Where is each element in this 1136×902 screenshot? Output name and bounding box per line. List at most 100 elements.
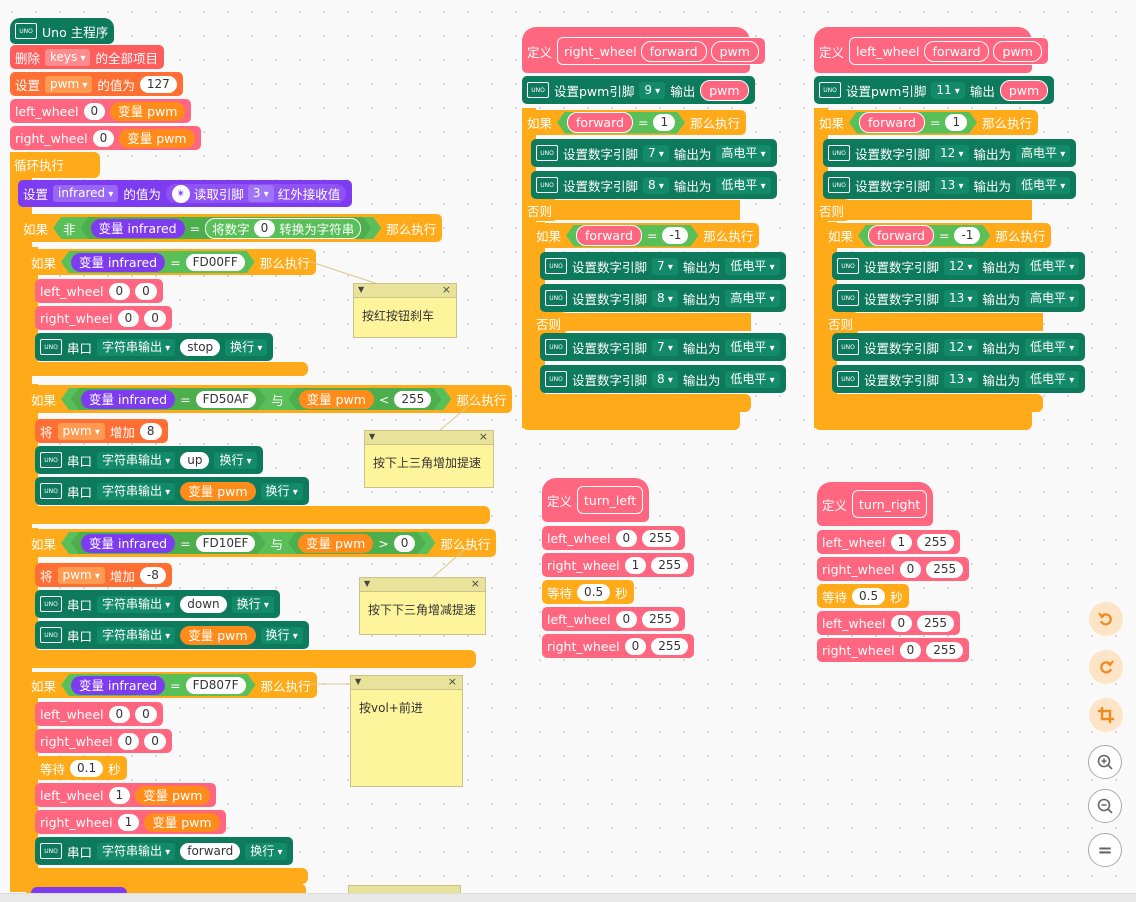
equals-condition[interactable]: 变量 infrared = 将数字 0 转换为字符串 <box>81 217 372 239</box>
level-dropdown[interactable]: 低电平 <box>725 257 780 275</box>
right-wheel-call[interactable]: right_wheel 1 变量 pwm <box>35 810 226 834</box>
left-wheel-call[interactable]: left_wheel 0 255 <box>817 611 961 635</box>
wait-block[interactable]: 等待 0.5 秒 <box>542 580 634 604</box>
horizontal-scrollbar[interactable] <box>0 893 1136 902</box>
delete-list-items-block[interactable]: 删除 keys 的全部项目 <box>10 45 164 69</box>
equals-condition[interactable]: 变量 infrared = FD807F <box>61 674 256 696</box>
arg-field[interactable]: 255 <box>651 556 689 574</box>
zoom-out-icon[interactable] <box>1088 789 1122 823</box>
seconds-field[interactable]: 0.1 <box>70 759 104 777</box>
pin-dropdown[interactable]: 12 <box>944 257 978 275</box>
pin-dropdown[interactable]: 8 <box>652 370 678 388</box>
set-pwm-block[interactable]: 设置 pwm 的值为 127 <box>10 72 183 96</box>
mode-dropdown[interactable]: 字符串输出 <box>97 842 176 860</box>
arg-field[interactable]: 255 <box>651 637 689 655</box>
arg-field[interactable]: 0 <box>899 560 922 578</box>
and-condition[interactable]: 变量 infrared = FD10EF 与 变量 pwm > 0 <box>61 532 435 554</box>
digital-write-block[interactable]: UNO 设置数字引脚 7 输出为 低电平 <box>540 333 786 361</box>
serial-print-block[interactable]: UNO 串口 字符串输出 down 换行 <box>35 590 280 618</box>
arg-field[interactable]: 0 <box>108 282 131 300</box>
list-dropdown[interactable]: keys <box>45 48 91 66</box>
arg-field[interactable]: 1 <box>117 813 140 831</box>
arg-field[interactable]: 0 <box>615 610 638 628</box>
arg-field[interactable]: 0 <box>144 732 166 750</box>
variable-reporter[interactable]: 变量 pwm <box>144 812 220 832</box>
close-icon[interactable]: × <box>442 283 451 296</box>
right-wheel-call[interactable]: right_wheel 0 0 <box>35 306 172 330</box>
level-dropdown[interactable]: 高电平 <box>1025 289 1080 307</box>
pin-dropdown[interactable]: 8 <box>652 289 678 307</box>
arg-field[interactable]: 0 <box>144 309 166 327</box>
newline-dropdown[interactable]: 换行 <box>245 842 288 860</box>
not-condition[interactable]: 非 变量 infrared = 将数字 0 转换为字符串 <box>53 217 381 239</box>
procedure-signature[interactable]: turn_left <box>577 486 644 514</box>
number-to-string-reporter[interactable]: 将数字 0 转换为字符串 <box>205 218 361 239</box>
comment-note[interactable]: ▼ × 按红按钮刹车 <box>353 283 457 338</box>
if2-footer[interactable] <box>26 506 490 524</box>
digital-write-block[interactable]: UNO 设置数字引脚 7 输出为 低电平 <box>540 252 786 280</box>
if4-header[interactable]: 如果 变量 infrared = FD807F 那么执行 <box>26 672 317 698</box>
equals-condition[interactable]: 变量 infrared = FD50AF <box>71 388 266 410</box>
number-field[interactable]: 1 <box>653 114 675 131</box>
level-dropdown[interactable]: 低电平 <box>1025 370 1080 388</box>
seconds-field[interactable]: 0.5 <box>852 587 886 605</box>
rw-inner-if-header[interactable]: 如果 forward = -1 那么执行 <box>531 223 760 248</box>
level-dropdown[interactable]: 低电平 <box>725 370 780 388</box>
serial-print-block[interactable]: UNO 串口 字符串输出 变量 pwm 换行 <box>35 477 309 505</box>
code-field[interactable]: FD807F <box>186 677 246 694</box>
digital-write-block[interactable]: UNO 设置数字引脚 13 输出为 高电平 <box>832 284 1086 312</box>
variable-reporter[interactable]: 变量 pwm <box>135 785 211 805</box>
arg-field[interactable]: 0 <box>83 102 106 120</box>
set-pwm-pin-block[interactable]: UNO 设置pwm引脚 9 输出 pwm <box>522 76 755 104</box>
level-dropdown[interactable]: 低电平 <box>716 176 771 194</box>
arg-field[interactable]: 255 <box>917 533 955 551</box>
if4-footer[interactable] <box>26 868 308 884</box>
digital-write-block[interactable]: UNO 设置数字引脚 12 输出为 低电平 <box>832 252 1086 280</box>
right-wheel-call[interactable]: right_wheel 0 255 <box>817 557 970 581</box>
level-dropdown[interactable]: 高电平 <box>725 289 780 307</box>
text-field[interactable]: up <box>180 451 210 469</box>
param-reporter[interactable]: forward <box>859 112 925 133</box>
arg-field[interactable]: 0 <box>135 705 157 723</box>
arg-field[interactable]: 0 <box>624 637 647 655</box>
equals-condition[interactable]: forward = -1 <box>566 225 698 247</box>
if1-footer[interactable] <box>26 362 308 376</box>
newline-dropdown[interactable]: 换行 <box>231 595 274 613</box>
close-icon[interactable]: × <box>471 577 480 590</box>
variable-dropdown[interactable]: infrared <box>53 185 119 202</box>
number-field[interactable]: 255 <box>394 391 431 408</box>
pin-dropdown[interactable]: 13 <box>944 289 978 307</box>
level-dropdown[interactable]: 低电平 <box>1016 176 1071 194</box>
variable-reporter[interactable]: 变量 pwm <box>110 101 186 121</box>
pin-dropdown[interactable]: 7 <box>652 257 678 275</box>
variable-dropdown[interactable]: pwm <box>57 566 105 584</box>
left-wheel-call[interactable]: left_wheel 0 0 <box>35 702 163 726</box>
mode-dropdown[interactable]: 字符串输出 <box>97 451 176 469</box>
arg-field[interactable]: 0 <box>117 309 140 327</box>
comment-note[interactable]: ▼ × 按下上三角增加提速 <box>364 430 494 488</box>
greater-than-condition[interactable]: 变量 pwm > 0 <box>288 532 425 554</box>
arg-field[interactable]: 255 <box>926 560 964 578</box>
param-reporter[interactable]: pwm <box>700 79 749 101</box>
equals-condition[interactable]: forward = 1 <box>849 112 977 134</box>
if-not-header[interactable]: 如果 非 变量 infrared = 将数字 0 转换为字符串 那么执行 <box>18 214 443 242</box>
arg-field[interactable]: 0 <box>108 705 131 723</box>
variable-dropdown[interactable]: pwm <box>45 75 93 93</box>
if3-header[interactable]: 如果 变量 infrared = FD10EF 与 变量 pwm > 0 那么执… <box>26 529 497 557</box>
value-field[interactable]: -8 <box>139 566 166 584</box>
rw-inner-footer[interactable] <box>531 394 751 412</box>
pin-dropdown[interactable]: 7 <box>652 338 678 356</box>
left-wheel-call[interactable]: left_wheel 1 255 <box>817 530 961 554</box>
forever-loop-label[interactable]: 循环执行 <box>10 152 71 176</box>
number-field[interactable]: 0 <box>394 535 416 552</box>
pin-dropdown[interactable]: 13 <box>935 176 969 194</box>
close-icon[interactable]: × <box>479 430 488 443</box>
arg-field[interactable]: 0 <box>92 129 115 147</box>
variable-reporter[interactable]: 变量 pwm <box>180 625 256 645</box>
level-dropdown[interactable]: 高电平 <box>1016 144 1071 162</box>
block-workspace[interactable]: UNO Uno 主程序 删除 keys 的全部项目 设置 pwm 的值为 127… <box>0 0 1136 902</box>
arg-field[interactable]: 0 <box>890 614 913 632</box>
arg-field[interactable]: 0 <box>899 641 922 659</box>
param-reporter[interactable]: forward <box>868 225 934 246</box>
right-wheel-call[interactable]: right_wheel 0 变量 pwm <box>10 126 201 150</box>
